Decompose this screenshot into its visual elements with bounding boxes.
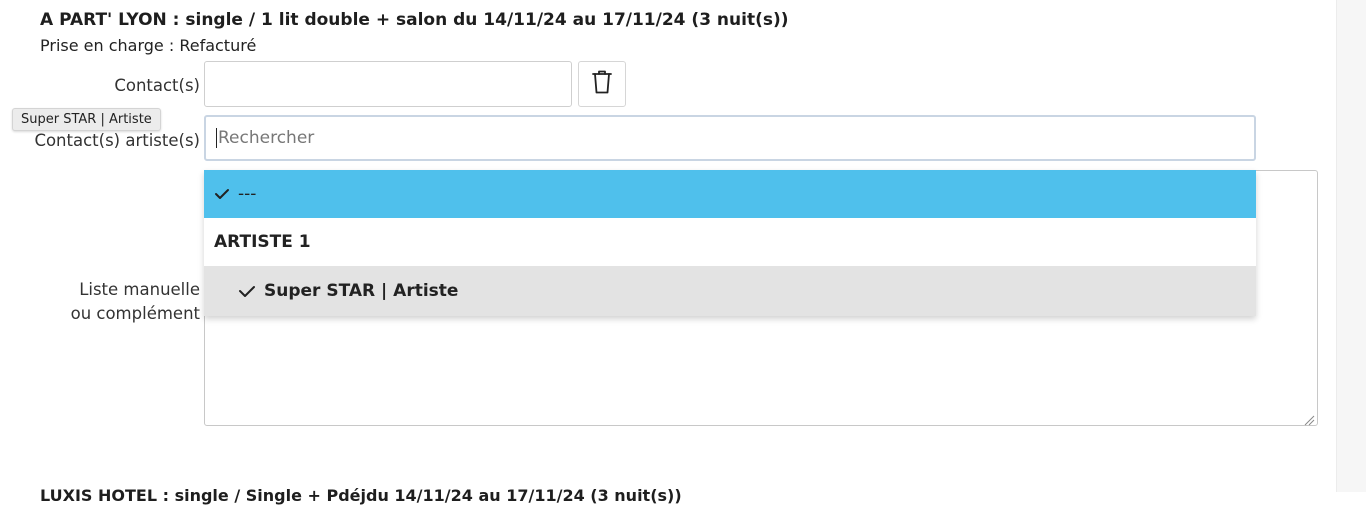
next-reservation-title: LUXIS HOTEL : single / Single + Pdéjdu 1… bbox=[40, 486, 682, 505]
contacts-field[interactable] bbox=[204, 61, 572, 107]
dropdown-option-empty[interactable]: --- bbox=[204, 170, 1256, 218]
tooltip: Super STAR | Artiste bbox=[12, 108, 161, 131]
billing-status: Prise en charge : Refacturé bbox=[40, 36, 257, 55]
trash-icon bbox=[591, 69, 613, 99]
artist-dropdown-list: --- ARTISTE 1 Super STAR | Artiste bbox=[204, 170, 1256, 316]
option-label: --- bbox=[238, 184, 257, 204]
option-label: Super STAR | Artiste bbox=[264, 281, 459, 301]
manual-list-label-line2: ou complément bbox=[70, 304, 200, 323]
text-caret bbox=[216, 128, 217, 148]
search-input[interactable] bbox=[218, 128, 1218, 148]
resize-grip-icon[interactable] bbox=[1303, 411, 1315, 426]
dropdown-option-super-star[interactable]: Super STAR | Artiste bbox=[204, 266, 1256, 316]
artist-contacts-search[interactable] bbox=[204, 115, 1256, 161]
check-icon bbox=[214, 187, 230, 201]
dropdown-group-artiste-1: ARTISTE 1 bbox=[204, 218, 1256, 266]
artist-contacts-label: Contact(s) artiste(s) bbox=[34, 131, 200, 150]
group-label: ARTISTE 1 bbox=[214, 232, 311, 252]
check-icon bbox=[238, 284, 256, 298]
contacts-label: Contact(s) bbox=[114, 76, 200, 95]
reservation-title: A PART' LYON : single / 1 lit double + s… bbox=[40, 10, 789, 30]
manual-list-label-line1: Liste manuelle bbox=[79, 280, 200, 299]
delete-contact-button[interactable] bbox=[578, 61, 626, 107]
page-scrollbar-track[interactable] bbox=[1336, 0, 1366, 492]
